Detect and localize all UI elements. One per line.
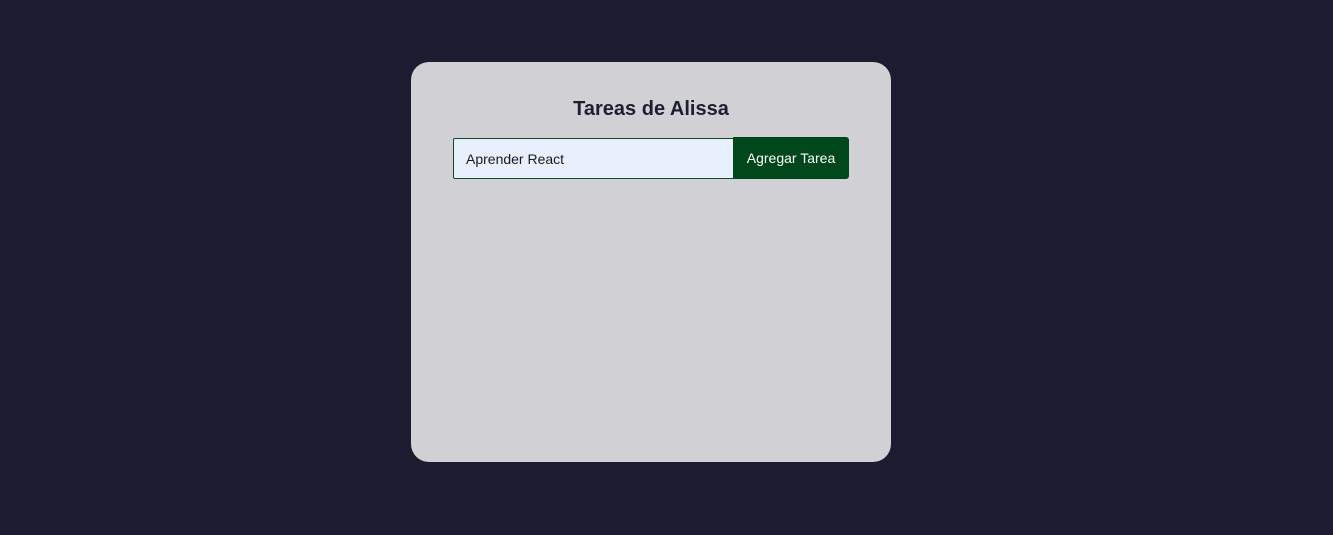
page-title: Tareas de Alissa [573,98,729,120]
add-task-button[interactable]: Agregar Tarea [733,137,849,179]
add-task-form: Agregar Tarea [453,137,849,179]
todo-card: Tareas de Alissa Agregar Tarea [411,62,891,462]
task-input[interactable] [453,138,733,179]
